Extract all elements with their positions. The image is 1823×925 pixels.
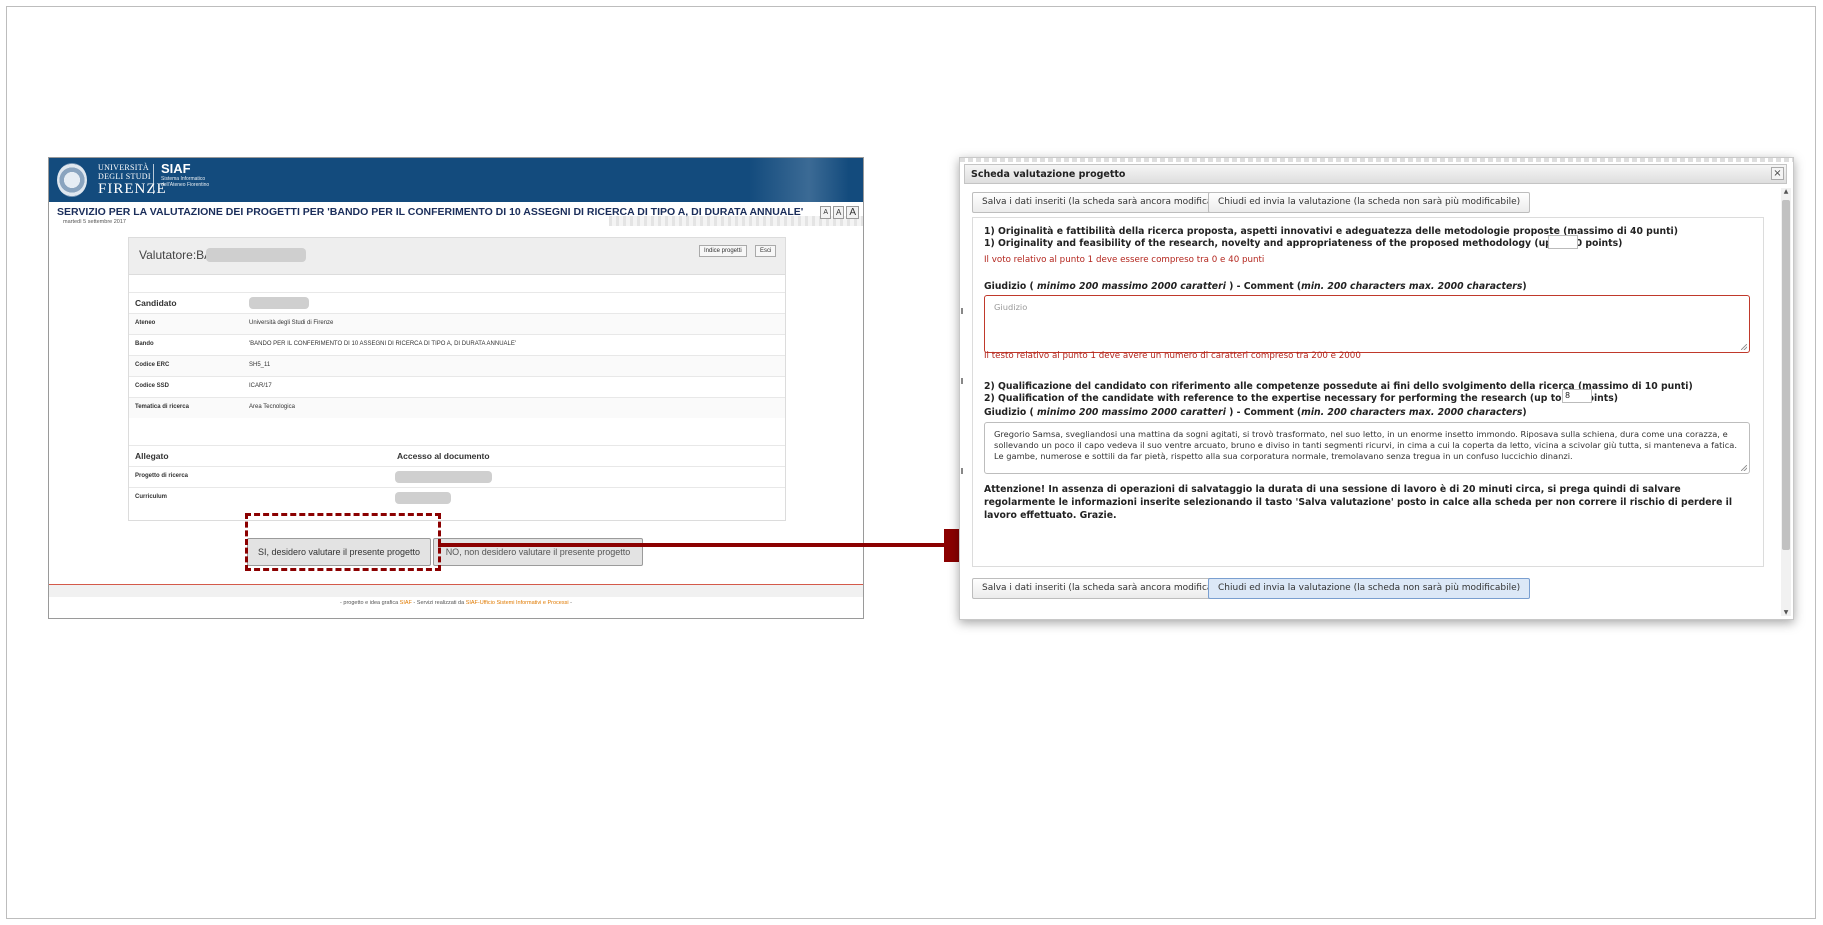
- question-1-english: 1) Originality and feasibility of the re…: [984, 238, 1623, 249]
- dialog-scrollbar[interactable]: ▲ ▼: [1781, 188, 1791, 616]
- comment-2-textarea[interactable]: Gregorio Samsa, svegliandosi una mattina…: [984, 422, 1750, 474]
- connector-line: [438, 543, 944, 547]
- university-seal-logo: [57, 163, 87, 197]
- resize-handle-icon[interactable]: [1741, 465, 1747, 471]
- table-row: Candidato: [129, 292, 785, 313]
- site-header: UNIVERSITÀ DEGLI STUDI FIRENZE SIAF Sist…: [49, 158, 863, 202]
- candidate-table: Candidato Ateneo Università degli Studi …: [129, 292, 785, 418]
- comment-1-textarea[interactable]: Giudizio: [984, 295, 1750, 353]
- footer-bar: [49, 585, 863, 597]
- scrollbar-thumb[interactable]: [1782, 200, 1790, 550]
- header-divider: [153, 164, 154, 194]
- evaluation-form: 1) Originalità e fattibilità della ricer…: [972, 217, 1764, 567]
- background-edge-mark: [961, 468, 963, 474]
- question-1-score-input[interactable]: [1548, 235, 1578, 249]
- attachments-table: Allegato Accesso al documento Progetto d…: [129, 445, 785, 508]
- comment-1-label: Giudizio ( minimo 200 massimo 2000 carat…: [984, 281, 1527, 292]
- dialog-title: Scheda valutazione progetto: [971, 169, 1126, 180]
- redacted-document-link[interactable]: [395, 471, 492, 483]
- current-date: martedì 5 settembre 2017: [63, 219, 126, 225]
- close-and-send-button[interactable]: Chiudi ed invia la valutazione (la sched…: [1208, 192, 1531, 213]
- left-screenshot: UNIVERSITÀ DEGLI STUDI FIRENZE SIAF Sist…: [48, 157, 864, 619]
- project-index-button[interactable]: Indice progetti: [699, 245, 747, 257]
- scroll-down-icon[interactable]: ▼: [1781, 609, 1791, 616]
- table-row: Ateneo Università degli Studi di Firenze: [129, 313, 785, 334]
- redacted-document-link[interactable]: [395, 492, 451, 504]
- table-row: Bando 'BANDO PER IL CONFERIMENTO DI 10 A…: [129, 334, 785, 355]
- question-2-english: 2) Qualification of the candidate with r…: [984, 393, 1619, 404]
- session-warning: Attenzione! In assenza di operazioni di …: [984, 484, 1733, 521]
- scroll-up-icon[interactable]: ▲: [1781, 188, 1791, 195]
- font-size-switcher: A A A: [820, 206, 859, 219]
- logout-button[interactable]: Esci: [755, 245, 777, 257]
- dialog-titlebar: Scheda valutazione progetto ×: [964, 164, 1787, 184]
- resize-handle-icon[interactable]: [1741, 344, 1747, 350]
- footer-credits: - progetto e idea grafica SIAF - Servizi…: [340, 600, 572, 606]
- attachments-header-row: Allegato Accesso al documento: [129, 445, 785, 466]
- siaf-link[interactable]: SIAF: [400, 600, 412, 606]
- card-header: Valutatore:BA Indice progetti Esci: [129, 238, 785, 275]
- evaluation-card: Valutatore:BA Indice progetti Esci Candi…: [128, 237, 786, 521]
- comment-1-error: Il testo relativo al punto 1 deve avere …: [984, 351, 1361, 361]
- question-1-score-error: Il voto relativo al punto 1 deve essere …: [984, 255, 1265, 265]
- background-edge-mark: [961, 378, 963, 384]
- font-size-medium-button[interactable]: A: [832, 206, 845, 219]
- university-logo-text: UNIVERSITÀ DEGLI STUDI FIRENZE: [98, 163, 167, 197]
- right-screenshot-dialog: Scheda valutazione progetto × Salva i da…: [959, 157, 1794, 620]
- cropped-background-text: [960, 158, 1793, 162]
- table-row: Codice ERC SH5_11: [129, 355, 785, 376]
- font-size-large-button[interactable]: A: [846, 206, 859, 219]
- comment-2-label: Giudizio ( minimo 200 massimo 2000 carat…: [984, 407, 1527, 418]
- question-2-score-input[interactable]: 8: [1562, 389, 1592, 403]
- evaluator-label: Valutatore:BA: [139, 248, 213, 262]
- redacted-evaluator-name: [206, 248, 306, 262]
- highlight-dashed-box: [245, 513, 441, 571]
- table-row: Progetto di ricerca: [129, 466, 785, 487]
- statue-decoration: [749, 158, 849, 202]
- siaf-office-link[interactable]: SIAF-Ufficio Sistemi Informativi e Proce…: [466, 600, 569, 606]
- background-edge-mark: [961, 308, 963, 314]
- close-icon[interactable]: ×: [1771, 167, 1784, 180]
- save-data-button[interactable]: Salva i dati inseriti (la scheda sarà an…: [972, 192, 1243, 213]
- redacted-candidate-name: [249, 297, 309, 309]
- close-and-send-button-bottom[interactable]: Chiudi ed invia la valutazione (la sched…: [1208, 578, 1531, 599]
- save-data-button-bottom[interactable]: Salva i dati inseriti (la scheda sarà an…: [972, 578, 1243, 599]
- table-row: Tematica di ricerca Area Tecnologica: [129, 397, 785, 418]
- font-size-small-button[interactable]: A: [820, 206, 831, 219]
- dialog-body: Salva i dati inseriti (la scheda sarà an…: [972, 192, 1775, 610]
- siaf-logo: SIAF Sistema Informatico dell'Ateneo Fio…: [161, 161, 210, 189]
- table-row: Curriculum: [129, 487, 785, 508]
- table-row: Codice SSD ICAR/17: [129, 376, 785, 397]
